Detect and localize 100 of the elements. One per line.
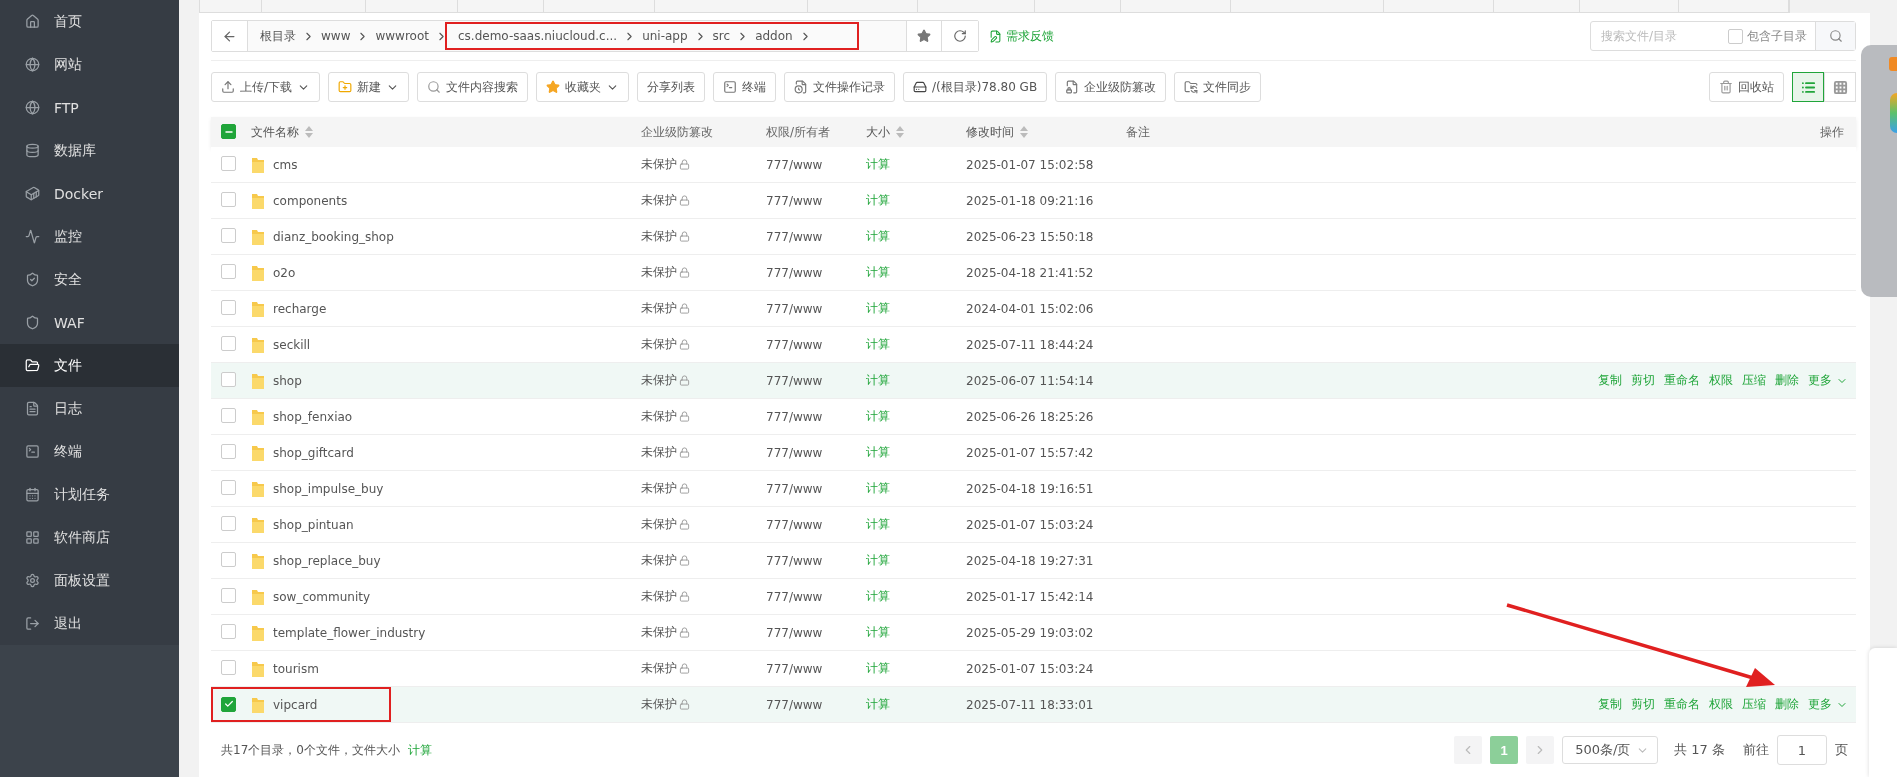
permission-cell[interactable]: 777/www — [766, 157, 866, 172]
row-checkbox[interactable] — [221, 479, 236, 495]
permission-cell[interactable]: 777/www — [766, 373, 866, 388]
file-name[interactable]: shop_replace_buy — [273, 553, 381, 568]
sidebar-item[interactable]: 面板设置 — [0, 559, 179, 602]
column-header[interactable]: 修改时间 — [966, 123, 1028, 141]
sidebar-item[interactable]: FTP — [0, 86, 179, 129]
file-name[interactable]: cms — [273, 157, 298, 172]
grid-view-button[interactable] — [1824, 72, 1856, 102]
sidebar-item[interactable]: WAF — [0, 301, 179, 344]
path-segment[interactable]: addon — [749, 29, 799, 43]
sidebar-item[interactable]: 首页 — [0, 0, 179, 43]
sidebar-item[interactable]: 计划任务 — [0, 473, 179, 516]
row-checkbox[interactable] — [221, 335, 236, 351]
favorite-button[interactable] — [906, 21, 942, 51]
recycle-bin-button[interactable]: 回收站 — [1709, 72, 1784, 102]
path-segment[interactable]: uni-app — [636, 29, 694, 43]
permission-cell[interactable]: 777/www — [766, 589, 866, 604]
sidebar-item[interactable]: 安全 — [0, 258, 179, 301]
file-name[interactable]: template_flower_industry — [273, 625, 426, 640]
column-header[interactable]: 文件名称 — [251, 123, 313, 141]
path-segment[interactable]: 根目录 — [254, 27, 302, 45]
row-checkbox[interactable] — [221, 263, 236, 279]
permission-cell[interactable]: 777/www — [766, 301, 866, 316]
sidebar-item[interactable]: 退出 — [0, 602, 179, 645]
toolbar-button[interactable]: 企业级防篡改 — [1055, 72, 1167, 102]
permission-cell[interactable]: 777/www — [766, 265, 866, 280]
path-segment[interactable]: wwwroot — [369, 29, 435, 43]
row-checkbox[interactable] — [221, 443, 236, 459]
row-checkbox[interactable] — [221, 155, 236, 171]
prev-page-button[interactable] — [1454, 736, 1483, 764]
file-name[interactable]: tourism — [273, 661, 319, 676]
sort-icon[interactable] — [896, 126, 904, 138]
table-row[interactable]: vipcard 未保护 777/www 计算 2025-07-11 18:33:01 复制 剪切 重命名 权限 压缩 删除 更多 — [211, 687, 1856, 723]
toolbar-button[interactable]: 分享列表 — [637, 72, 706, 102]
search-field[interactable]: 搜索文件/目录 包含子目录 — [1590, 21, 1856, 51]
permission-cell[interactable]: 777/www — [766, 625, 866, 640]
permission-cell[interactable]: 777/www — [766, 697, 866, 712]
path-segment[interactable]: src — [706, 29, 737, 43]
file-name[interactable]: shop — [273, 373, 302, 388]
permission-cell[interactable]: 777/www — [766, 229, 866, 244]
toolbar-button[interactable]: 文件操作记录 — [784, 72, 896, 102]
toolbar-button[interactable]: 新建 — [328, 72, 410, 102]
goto-page-field[interactable]: 1 — [1777, 735, 1827, 765]
permission-cell[interactable]: 777/www — [766, 193, 866, 208]
file-name[interactable]: shop_impulse_buy — [273, 481, 384, 496]
file-name[interactable]: o2o — [273, 265, 296, 280]
select-all-checkbox[interactable] — [221, 124, 236, 140]
file-name[interactable]: seckill — [273, 337, 311, 352]
permission-cell[interactable]: 777/www — [766, 661, 866, 676]
row-checkbox[interactable] — [221, 587, 236, 603]
path-segment[interactable]: cs.demo-saas.niucloud.c... — [451, 29, 624, 43]
file-name[interactable]: recharge — [273, 301, 327, 316]
row-checkbox[interactable] — [221, 227, 236, 243]
file-name[interactable]: shop_pintuan — [273, 517, 354, 532]
path-segment[interactable]: www — [315, 29, 357, 43]
sidebar-item[interactable]: 网站 — [0, 43, 179, 86]
toolbar-button[interactable]: 上传/下载 — [211, 72, 321, 102]
permission-cell[interactable]: 777/www — [766, 445, 866, 460]
file-name[interactable]: dianz_booking_shop — [273, 229, 394, 244]
row-checkbox[interactable] — [221, 659, 236, 675]
subdirectory-checkbox[interactable]: 包含子目录 — [1728, 27, 1815, 45]
sidebar-item[interactable]: 监控 — [0, 215, 179, 258]
file-name[interactable]: vipcard — [273, 697, 318, 712]
sidebar-item[interactable]: 软件商店 — [0, 516, 179, 559]
sidebar-item[interactable]: 数据库 — [0, 129, 179, 172]
table-row[interactable]: shop 未保护 777/www 计算 2025-06-07 11:54:14 复制 剪切 重命名 权限 压缩 删除 更多 — [211, 363, 1856, 399]
row-checkbox[interactable] — [221, 299, 236, 315]
row-checkbox[interactable] — [221, 696, 236, 712]
toolbar-button[interactable]: 文件同步 — [1174, 72, 1262, 102]
floating-widget[interactable] — [1861, 45, 1897, 297]
sort-icon[interactable] — [305, 126, 313, 138]
permission-cell[interactable]: 777/www — [766, 553, 866, 568]
row-checkbox[interactable] — [221, 191, 236, 207]
row-checkbox[interactable] — [221, 371, 236, 387]
row-checkbox[interactable] — [221, 515, 236, 531]
sidebar-item[interactable]: Docker — [0, 172, 179, 215]
list-view-button[interactable] — [1792, 72, 1824, 102]
file-name[interactable]: sow_community — [273, 589, 371, 604]
row-checkbox[interactable] — [221, 407, 236, 423]
back-button[interactable] — [212, 21, 248, 51]
page-size-select[interactable]: 500条/页 — [1562, 736, 1659, 764]
row-checkbox[interactable] — [221, 623, 236, 639]
column-header[interactable]: 大小 — [866, 123, 904, 141]
file-name[interactable]: shop_giftcard — [273, 445, 354, 460]
sort-icon[interactable] — [1020, 126, 1028, 138]
permission-cell[interactable]: 777/www — [766, 481, 866, 496]
sidebar-item[interactable]: 文件 — [0, 344, 179, 387]
file-name[interactable]: components — [273, 193, 348, 208]
toolbar-button[interactable]: 收藏夹 — [536, 72, 630, 102]
sidebar-item[interactable]: 日志 — [0, 387, 179, 430]
file-name[interactable]: shop_fenxiao — [273, 409, 353, 424]
search-button[interactable] — [1815, 22, 1855, 50]
row-checkbox[interactable] — [221, 551, 236, 567]
toolbar-button[interactable]: /(根目录)78.80 GB — [903, 72, 1048, 102]
next-page-button[interactable] — [1526, 736, 1555, 764]
toolbar-button[interactable]: 文件内容搜索 — [417, 72, 529, 102]
sidebar-item[interactable]: 终端 — [0, 430, 179, 473]
permission-cell[interactable]: 777/www — [766, 337, 866, 352]
permission-cell[interactable]: 777/www — [766, 409, 866, 424]
